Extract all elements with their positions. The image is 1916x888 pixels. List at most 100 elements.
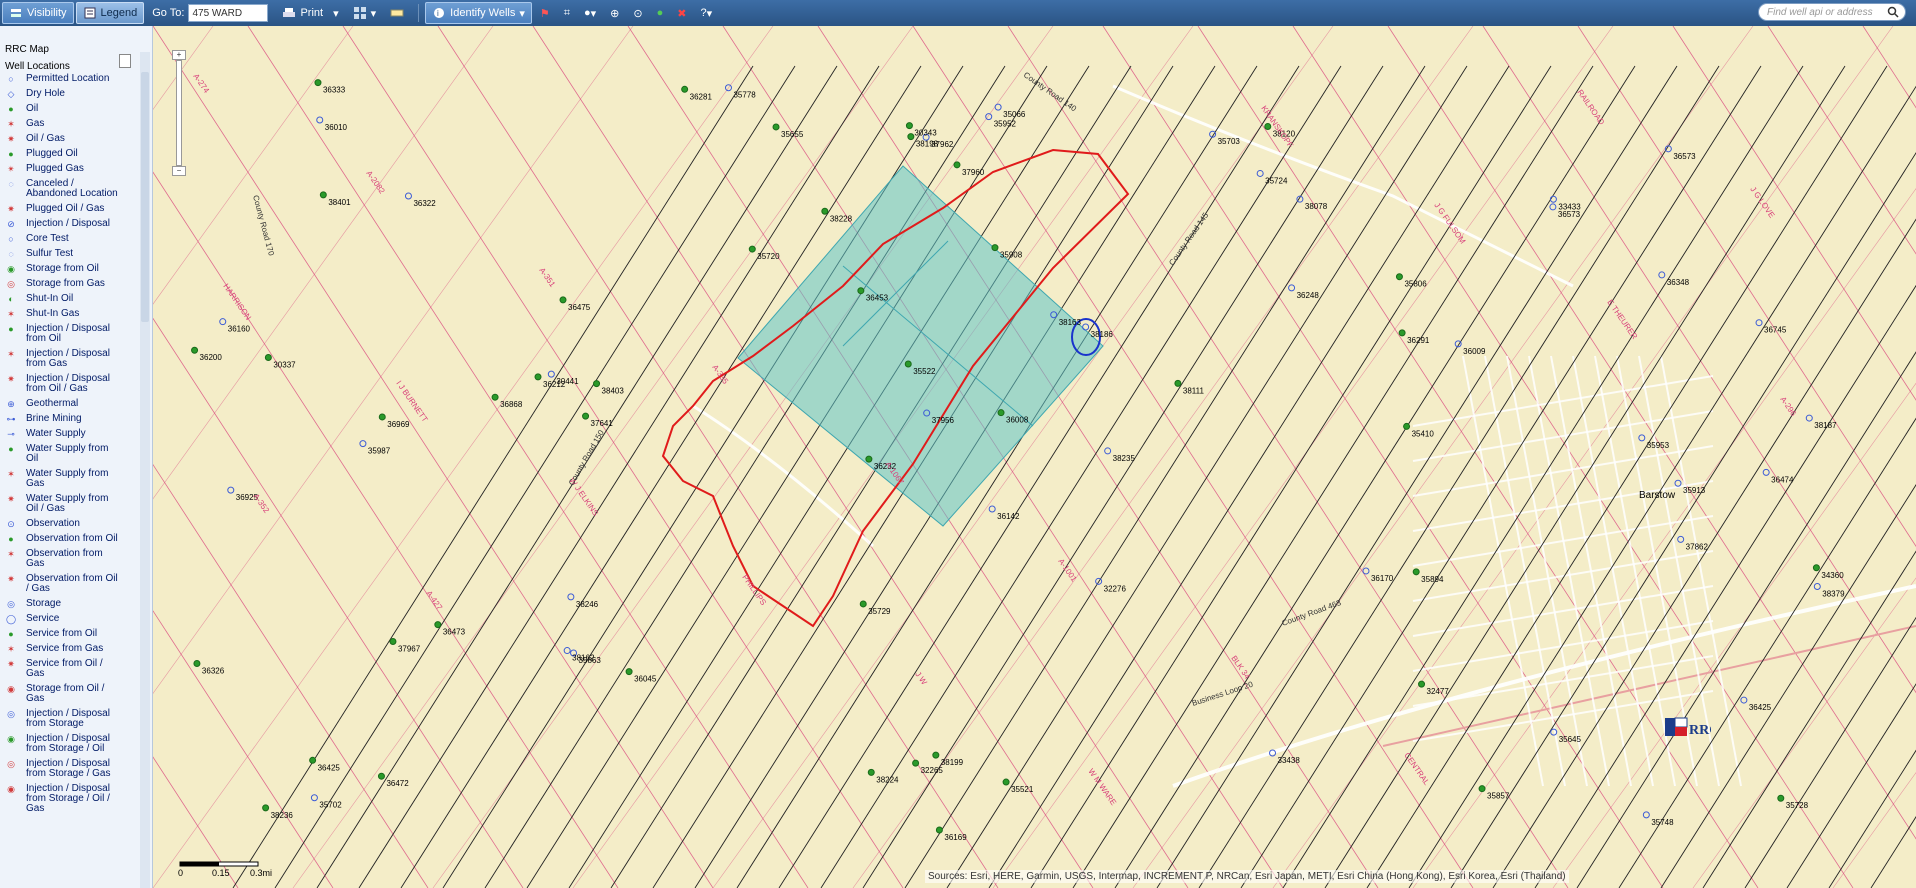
legend-item: ⊕ Geothermal bbox=[4, 399, 152, 410]
well-number: 32477 bbox=[1427, 687, 1450, 696]
well-number: 35655 bbox=[781, 130, 804, 139]
legend-item: ✴ Plugged Gas bbox=[4, 164, 152, 175]
well-number: 36200 bbox=[200, 353, 223, 362]
search-placeholder: Find well api or address bbox=[1767, 7, 1873, 18]
well-symbol bbox=[859, 600, 867, 608]
flag-button[interactable]: ⚑ bbox=[534, 3, 556, 23]
basemap-chevron-icon: ▾ bbox=[370, 7, 377, 20]
well-number: 36745 bbox=[1764, 326, 1787, 335]
well-number: 38379 bbox=[1822, 589, 1845, 598]
panel-scrollbar[interactable] bbox=[140, 52, 150, 888]
well-number: 37967 bbox=[398, 645, 421, 654]
legend-item: ◎ Injection / Disposal from Storage / Gas bbox=[4, 759, 152, 779]
pdf-icon[interactable] bbox=[119, 54, 131, 68]
well-symbol bbox=[314, 79, 322, 87]
legend-item-label: Dry Hole bbox=[26, 88, 65, 99]
well-number: 36008 bbox=[1006, 416, 1029, 425]
legend-item: ✶ Water Supply from Gas bbox=[4, 469, 152, 489]
clear-icon: ✖ bbox=[677, 7, 687, 20]
well-number: 38186 bbox=[1091, 330, 1114, 339]
storage-icon: ◎ bbox=[7, 599, 15, 609]
legend-item: ⊶ Brine Mining bbox=[4, 414, 152, 425]
goto-control: Go To: bbox=[146, 3, 274, 23]
legend-item: ✶ Injection / Disposal from Gas bbox=[4, 349, 152, 369]
well-number: 36453 bbox=[866, 294, 889, 303]
legend-item: ● Oil bbox=[4, 103, 152, 115]
scroll-thumb[interactable] bbox=[141, 72, 149, 322]
map-svg: 3614237641364253645338120382463823538236… bbox=[153, 26, 1916, 888]
inj-storage-oil-icon: ◉ bbox=[7, 734, 15, 744]
legend-item-label: Observation from Oil bbox=[26, 533, 118, 544]
clear-button[interactable]: ✖ bbox=[671, 3, 692, 23]
zoom-out-button[interactable]: − bbox=[172, 166, 186, 176]
well-number: 36142 bbox=[997, 512, 1020, 521]
well-number: 35702 bbox=[319, 801, 342, 810]
legend-item: ◎ Injection / Disposal from Storage bbox=[4, 709, 152, 729]
scale-label: 0.15 bbox=[212, 868, 230, 878]
well-number: 36475 bbox=[568, 303, 591, 312]
well-number: 32265 bbox=[921, 766, 944, 775]
print-chevron-icon: ▾ bbox=[333, 7, 339, 20]
inj-storage-oil-gas-icon: ◉ bbox=[7, 784, 15, 794]
well-number: 36425 bbox=[318, 763, 341, 772]
well-number: 38162 bbox=[572, 654, 595, 663]
legend-item-label: Service from Oil / Gas bbox=[26, 658, 103, 679]
well-number: 36045 bbox=[634, 675, 657, 684]
visibility-label: Visibility bbox=[27, 7, 67, 19]
basemap-button[interactable]: ▾ bbox=[347, 3, 383, 23]
search-icon[interactable] bbox=[1887, 6, 1899, 25]
measure-button[interactable] bbox=[384, 3, 414, 23]
separator bbox=[418, 4, 420, 22]
well-number: 38163 bbox=[1059, 318, 1082, 327]
legend-item-label: Observation from Oil / Gas bbox=[26, 573, 118, 594]
legend-item: ✶ Service from Gas bbox=[4, 644, 152, 655]
well-number: 38078 bbox=[1305, 202, 1328, 211]
legend-item-label: Storage from Oil / Gas bbox=[26, 683, 105, 704]
zoom-in-button[interactable]: + bbox=[172, 50, 186, 60]
well-symbol bbox=[625, 668, 633, 676]
legend-item: ⊸ Water Supply bbox=[4, 428, 152, 440]
scale-label: 0 bbox=[178, 868, 183, 878]
identify-wells-button[interactable]: i Identify Wells ▾ bbox=[425, 2, 532, 24]
well-number: 38111 bbox=[1183, 386, 1205, 395]
search-box[interactable]: Find well api or address bbox=[1758, 3, 1906, 21]
well-number: 38401 bbox=[328, 198, 351, 207]
legend-button[interactable]: Legend bbox=[75, 2, 145, 24]
legend-item-label: Gas bbox=[26, 118, 45, 129]
well-number: 36248 bbox=[1297, 291, 1320, 300]
layers-icon bbox=[9, 6, 23, 20]
legend-item-label: Injection / Disposal from Storage / Oil bbox=[26, 733, 110, 754]
legend-item-label: Water Supply bbox=[26, 428, 86, 439]
water-oil-gas-icon: ✷ bbox=[7, 494, 15, 504]
zoom-slider[interactable]: + − bbox=[172, 50, 186, 176]
goto-input[interactable] bbox=[188, 4, 269, 22]
select-button[interactable]: ⌗ bbox=[558, 3, 576, 23]
locate-button[interactable]: ⊙ bbox=[627, 3, 648, 23]
well-symbol bbox=[1403, 422, 1411, 430]
legend-item: ◎ Storage bbox=[4, 599, 152, 610]
visibility-button[interactable]: Visibility bbox=[2, 2, 74, 24]
well-symbol bbox=[1174, 379, 1182, 387]
well-number: 35703 bbox=[1218, 137, 1241, 146]
refresh-button[interactable]: ● bbox=[651, 3, 670, 23]
inj-gas-icon: ✶ bbox=[7, 349, 15, 359]
plugged-oil-icon: ● bbox=[8, 149, 14, 159]
well-number: 35645 bbox=[1559, 735, 1582, 744]
help-button[interactable]: ? ▾ bbox=[694, 3, 718, 23]
legend-item: ◉ Injection / Disposal from Storage / Oil… bbox=[4, 784, 152, 814]
oil-dot-icon: ● bbox=[8, 104, 14, 114]
full-extent-button[interactable]: ⊕ bbox=[604, 3, 625, 23]
legend-item: ◇ Dry Hole bbox=[4, 88, 152, 100]
obs-oil-icon: ● bbox=[8, 534, 14, 544]
well-number: 36281 bbox=[690, 92, 713, 101]
pin-button[interactable]: ● ▾ bbox=[578, 3, 602, 23]
print-button[interactable]: Print ▾ bbox=[276, 3, 344, 23]
well-symbol bbox=[491, 393, 499, 401]
legend-item-label: Oil bbox=[26, 103, 39, 114]
well-symbol bbox=[434, 621, 442, 629]
legend-item-label: Observation from Gas bbox=[26, 548, 103, 569]
map-canvas[interactable]: 36142 37641 36425 36453 38120 38246 38235 38236… bbox=[153, 26, 1916, 888]
well-number: 36473 bbox=[443, 628, 466, 637]
legend-item-label: Water Supply from Oil / Gas bbox=[26, 493, 109, 514]
zoom-track[interactable] bbox=[176, 60, 182, 166]
